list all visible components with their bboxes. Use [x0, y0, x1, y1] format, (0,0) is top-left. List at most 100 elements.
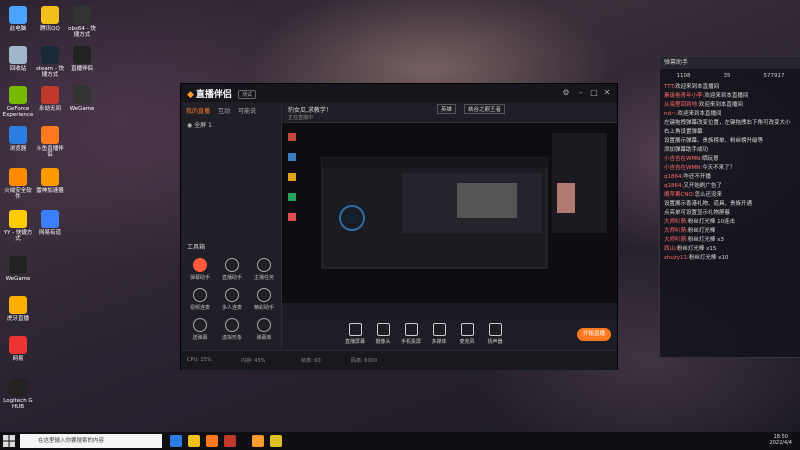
tool-button[interactable]: 直播助手 — [217, 258, 247, 281]
danmaku-text: 粉丝灯光棒 x15 — [676, 246, 717, 252]
toolbar-button[interactable]: 摄像头 — [370, 323, 396, 345]
danmaku-user[interactable]: q1864: — [664, 183, 683, 189]
tool-icon — [193, 288, 207, 302]
windows-start-icon[interactable] — [3, 435, 15, 447]
close-icon[interactable]: ✕ — [602, 88, 612, 98]
tool-icon — [225, 318, 239, 332]
start-live-button[interactable]: 开始直播 — [577, 328, 611, 341]
desktop-icon[interactable]: 网易 — [2, 336, 34, 362]
desktop-icon[interactable]: 直播伴侣 — [66, 46, 98, 72]
tool-button[interactable]: 送弹幕 — [185, 318, 215, 341]
danmaku-text: 点亮单可设置显示礼物屏蔽 — [664, 210, 731, 216]
category-tag[interactable]: 英雄 — [437, 104, 457, 114]
danmaku-user[interactable]: 大师叭萌: — [664, 228, 688, 234]
desktop-icon-label: 雷神加速器 — [36, 188, 64, 194]
hot-value: 577917 — [763, 73, 785, 79]
toolbar-icon — [432, 323, 446, 336]
desktop-icon[interactable]: 雷神加速器 — [34, 168, 66, 194]
danmaku-panel[interactable]: 弹幕助手 1108 35 577917 TTT:欢迎来到本直播间 素级卷青年小李:… — [659, 56, 800, 358]
tool-button[interactable]: 主播任务 — [249, 258, 279, 281]
tool-button[interactable]: 弹幕库 — [249, 318, 279, 341]
danmaku-user[interactable]: 小吉吉在WMN: — [664, 156, 702, 162]
stream-preview[interactable] — [282, 123, 617, 303]
tool-button[interactable]: 精彩助手 — [249, 288, 279, 311]
danmaku-user[interactable]: TTT: — [664, 84, 675, 90]
toolbar-label: 多媒体 — [431, 339, 447, 345]
toolbar-button[interactable]: 直播屏幕 — [342, 323, 368, 345]
toolbar-label: 扬声器 — [487, 339, 503, 345]
desktop-icon[interactable]: 腾讯QQ — [34, 6, 66, 32]
toolbar-button[interactable]: 多媒体 — [426, 323, 452, 345]
tab-my-live[interactable]: 我的直播 — [186, 106, 210, 115]
settings-icon[interactable]: ⚙ — [561, 88, 571, 98]
desktop-icon[interactable]: 火绒安全软件 — [2, 168, 34, 200]
danmaku-user[interactable]: 素级卷青年小李: — [664, 93, 704, 99]
taskbar-app2-icon[interactable] — [224, 435, 236, 447]
desktop-icon[interactable]: YY - 快捷方式 — [2, 210, 34, 242]
desktop-icon-label: 斗鱼直播伴侣 — [36, 146, 64, 158]
tool-label: 多人连麦 — [221, 305, 242, 311]
toolbar-button[interactable]: 手机投屏 — [398, 323, 424, 345]
desktop-icon[interactable]: obs64 - 快捷方式 — [66, 6, 98, 38]
tab-other[interactable]: 可能说 — [238, 106, 256, 115]
danmaku-title: 弹幕助手 — [660, 57, 800, 69]
danmaku-user[interactable]: 大师叭萌: — [664, 237, 688, 243]
scene-item[interactable]: ◉ 全屏 1 — [187, 120, 212, 129]
toolbar-button[interactable]: 麦克风 — [454, 323, 480, 345]
tools-title: 工具箱 — [187, 244, 206, 251]
eye-icon[interactable]: ◉ — [187, 122, 192, 129]
desktop-icon[interactable]: steam - 快捷方式 — [34, 46, 66, 78]
tool-icon — [225, 258, 239, 272]
taskbar-browser-icon[interactable] — [170, 435, 182, 447]
taskbar-game-icon[interactable] — [270, 435, 282, 447]
rank-tag[interactable]: 峡谷之巅王者 — [464, 104, 506, 114]
desktop-icon-label: 虎牙直播 — [6, 316, 29, 322]
app-icon — [41, 86, 59, 104]
desktop-icon[interactable]: WeGame — [2, 256, 34, 282]
desktop-icon[interactable]: Logitech G HUB — [2, 378, 34, 410]
danmaku-user[interactable]: 小吉吉在WMN: — [664, 165, 702, 171]
danmaku-message: 大师叭萌:粉丝灯光棒 10连击 — [660, 218, 800, 227]
maximize-icon[interactable]: □ — [589, 88, 599, 98]
tool-button[interactable]: 视频连麦 — [185, 288, 215, 311]
taskbar-app-icon[interactable] — [206, 435, 218, 447]
app-icon — [41, 168, 59, 186]
desktop-icon-label: 网易 — [12, 356, 24, 362]
desktop-icon[interactable]: 此电脑 — [2, 6, 34, 32]
app-icon — [9, 296, 27, 314]
desktop-icon[interactable]: WeGame — [66, 86, 98, 112]
danmaku-user[interactable]: 从海里回到地: — [664, 102, 699, 108]
taskbar-folder-icon[interactable] — [188, 435, 200, 447]
desktop-icon[interactable]: 网易有道 — [34, 210, 66, 236]
danmaku-user[interactable]: 摘苹果CNO: — [664, 192, 695, 198]
taskbar-search-input[interactable]: 在这里输入你要搜索的内容 — [20, 434, 162, 448]
app-icon — [9, 336, 27, 354]
app-icon — [9, 210, 27, 228]
desktop-icon-label: 网易有道 — [38, 230, 61, 236]
desktop-icon[interactable]: 虎牙直播 — [2, 296, 34, 322]
minimize-icon[interactable]: – — [576, 88, 586, 98]
tab-interact[interactable]: 互动 — [218, 106, 230, 115]
room-title[interactable]: 豹女瓜,求教学！ — [288, 105, 332, 114]
danmaku-message: TTT:欢迎来到本直播间 — [660, 83, 800, 92]
danmaku-user[interactable]: q1864: — [664, 174, 683, 180]
desktop-icon[interactable]: GeForce Experience — [2, 86, 34, 118]
danmaku-user[interactable]: 大师叭萌: — [664, 219, 688, 225]
toolbar-button[interactable]: 扬声器 — [482, 323, 508, 345]
app-title: 直播伴侣 — [195, 90, 232, 100]
taskbar-live-icon[interactable] — [252, 435, 264, 447]
clock[interactable]: 18:50 2022/4/4 — [770, 434, 792, 446]
desktop-icon[interactable]: 永劫无间 — [34, 86, 66, 112]
tool-button[interactable]: 弹幕助手 — [185, 258, 215, 281]
app-icon — [41, 126, 59, 144]
danmaku-user[interactable]: zhuzy11: — [664, 255, 689, 261]
tool-button[interactable]: 虚拟形象 — [217, 318, 247, 341]
app-icon — [9, 6, 27, 24]
desktop-icon[interactable]: 回收站 — [2, 46, 34, 72]
app-badge: 测试 — [238, 90, 257, 99]
danmaku-user[interactable]: 西山: — [664, 246, 677, 252]
desktop-icon[interactable]: 斗鱼直播伴侣 — [34, 126, 66, 158]
danmaku-user[interactable]: nd~: — [664, 111, 677, 117]
desktop-icon[interactable]: 浏览器 — [2, 126, 34, 152]
tool-button[interactable]: 多人连麦 — [217, 288, 247, 311]
